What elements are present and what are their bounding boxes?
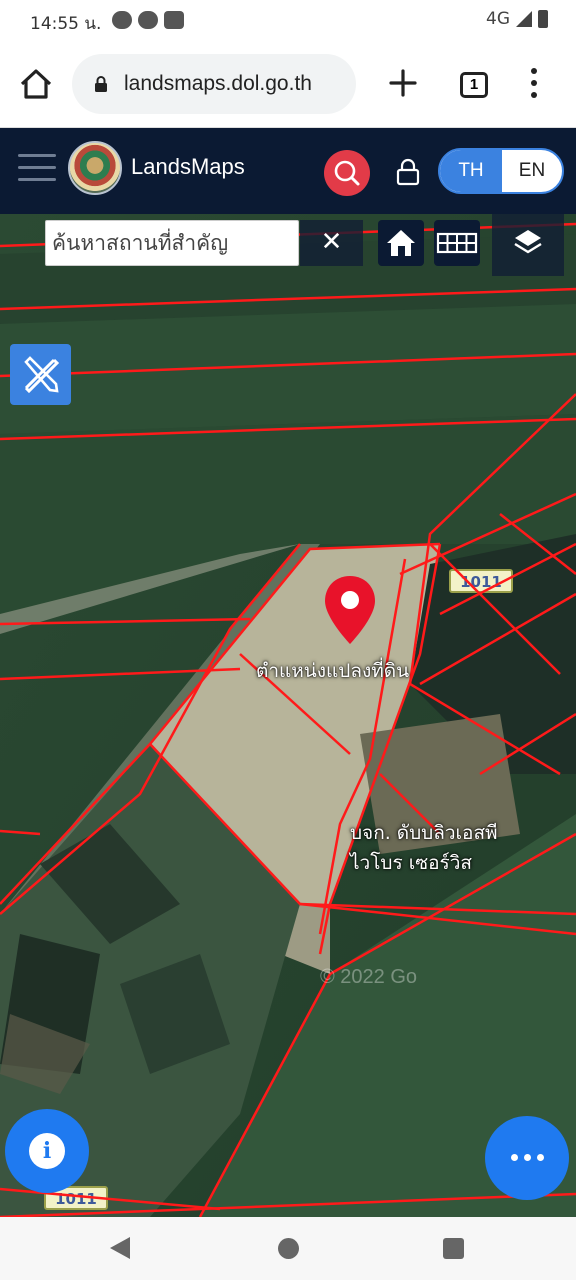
measure-draw-button[interactable] [10, 344, 71, 405]
system-nav-bar [0, 1217, 576, 1280]
place-search-input[interactable] [46, 221, 298, 265]
login-lock-icon[interactable] [396, 158, 420, 186]
address-bar[interactable]: landsmaps.dol.go.th [72, 54, 356, 114]
company-label-line1: บจก. ดับบลิวเอสพี [350, 822, 498, 844]
more-options-button[interactable] [485, 1116, 569, 1200]
search-icon [334, 160, 360, 186]
layers-button[interactable] [492, 214, 564, 276]
company-label: บจก. ดับบลิวเอสพี ไวโบร เซอร์วิส [350, 818, 498, 878]
signal-icon [516, 11, 532, 27]
home-icon [387, 230, 415, 256]
lock-icon [95, 76, 107, 92]
hamburger-menu-icon[interactable] [18, 154, 56, 184]
back-icon[interactable] [110, 1237, 130, 1259]
location-pin-icon[interactable] [322, 574, 378, 646]
chat-icon [112, 11, 132, 29]
info-icon: i [29, 1133, 65, 1169]
line-icon [138, 11, 158, 29]
tab-switcher-button[interactable]: 1 [460, 72, 488, 98]
vivo-icon [164, 11, 184, 29]
browser-toolbar: landsmaps.dol.go.th 1 [0, 42, 576, 128]
status-right: 4G [486, 9, 548, 29]
lang-th-button[interactable]: TH [440, 150, 502, 192]
parcel-label: ตำแหน่งแปลงที่ดิน [256, 660, 410, 682]
map-home-button[interactable] [378, 220, 424, 266]
company-label-line2: ไวโบร เซอร์วิส [350, 852, 473, 874]
ruler-pencil-icon [24, 356, 60, 394]
clear-search-button[interactable]: ✕ [300, 220, 363, 266]
place-search-box[interactable] [45, 220, 299, 266]
app-header: LandsMaps TH EN [0, 128, 576, 214]
home-circle-icon[interactable] [278, 1238, 299, 1259]
notification-icons [112, 11, 184, 29]
recents-icon[interactable] [443, 1238, 464, 1259]
more-dots-icon [511, 1154, 544, 1161]
map-copyright: © 2022 Go [320, 966, 418, 988]
layers-icon [514, 230, 542, 254]
language-toggle[interactable]: TH EN [438, 148, 564, 194]
road-badge-bottom: 1011 [55, 1190, 97, 1208]
grid-icon [436, 232, 478, 254]
browser-home-icon[interactable] [18, 66, 54, 102]
status-bar: 14:55 น. 4G [0, 0, 576, 42]
status-time: 14:55 น. [30, 14, 102, 34]
new-tab-icon[interactable] [386, 66, 420, 100]
map-imagery: 1011 1011 [0, 214, 576, 1217]
browser-menu-icon[interactable] [526, 68, 542, 102]
dol-logo [68, 141, 122, 195]
lang-en-button[interactable]: EN [502, 150, 562, 192]
grid-button[interactable] [434, 220, 480, 266]
app-title: LandsMaps [131, 154, 245, 179]
satellite-map[interactable]: 1011 1011 ค้นหาสถานที่สำคัญ ✕ ตำแหน่งแปล… [0, 214, 576, 1217]
search-button[interactable] [324, 150, 370, 196]
url-text: landsmaps.dol.go.th [124, 72, 312, 95]
info-button[interactable]: i [5, 1109, 89, 1193]
network-type: 4G [486, 9, 510, 29]
battery-icon [538, 10, 548, 28]
